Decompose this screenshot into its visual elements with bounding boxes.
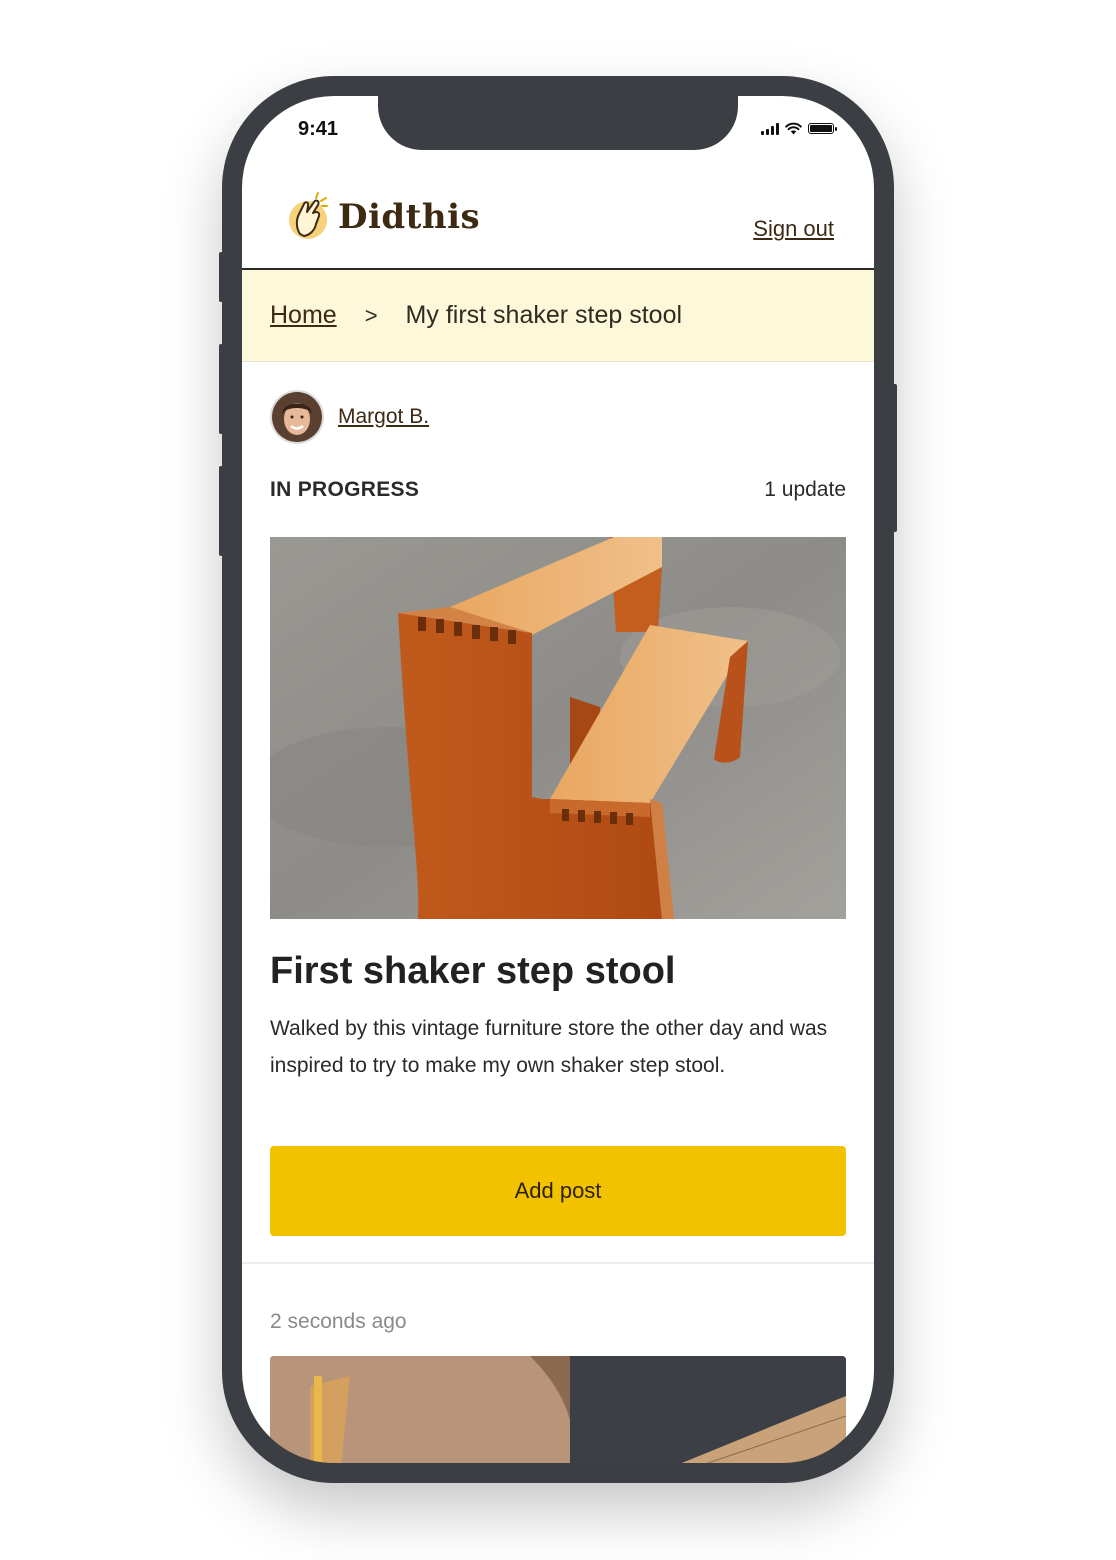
add-post-button[interactable]: Add post <box>270 1146 846 1236</box>
section-divider <box>242 1262 874 1264</box>
breadcrumb-separator: > <box>364 302 378 328</box>
phone-screen: 9:41 Didthis Sign out Home > My first sh… <box>242 96 874 1463</box>
brand-name: Didthis <box>338 197 481 237</box>
power-button <box>893 384 897 532</box>
volume-up-button <box>219 344 223 434</box>
breadcrumb-current: My first shaker step stool <box>405 301 683 329</box>
signal-icon <box>761 122 779 135</box>
status-time: 9:41 <box>298 118 339 140</box>
breadcrumb: Home > My first shaker step stool <box>242 270 874 362</box>
author-row: Margot B. <box>270 390 429 444</box>
app-header: Didthis Sign out <box>242 166 874 270</box>
breadcrumb-home-link[interactable]: Home <box>270 301 337 330</box>
mute-switch <box>219 252 223 302</box>
status-row: IN PROGRESS 1 update <box>270 478 846 502</box>
project-image[interactable] <box>270 537 846 919</box>
status-badge: IN PROGRESS <box>270 478 420 501</box>
brand-logo[interactable]: Didthis <box>286 190 480 244</box>
battery-icon <box>808 123 837 134</box>
project-description: Walked by this vintage furniture store t… <box>270 1017 828 1077</box>
wifi-icon <box>785 122 802 135</box>
update-count: 1 update <box>764 478 846 501</box>
status-bar: 9:41 <box>242 96 874 166</box>
avatar[interactable] <box>270 390 324 444</box>
project-title: First shaker step stool <box>270 950 676 992</box>
author-link[interactable]: Margot B. <box>338 405 429 429</box>
post-timestamp: 2 seconds ago <box>270 1310 407 1333</box>
status-icons <box>761 122 837 135</box>
signout-link[interactable]: Sign out <box>753 216 834 242</box>
phone-frame: 9:41 Didthis Sign out Home > My first sh… <box>219 76 897 1483</box>
post-image[interactable] <box>270 1356 846 1463</box>
volume-down-button <box>219 466 223 556</box>
snap-hand-icon <box>289 192 328 239</box>
